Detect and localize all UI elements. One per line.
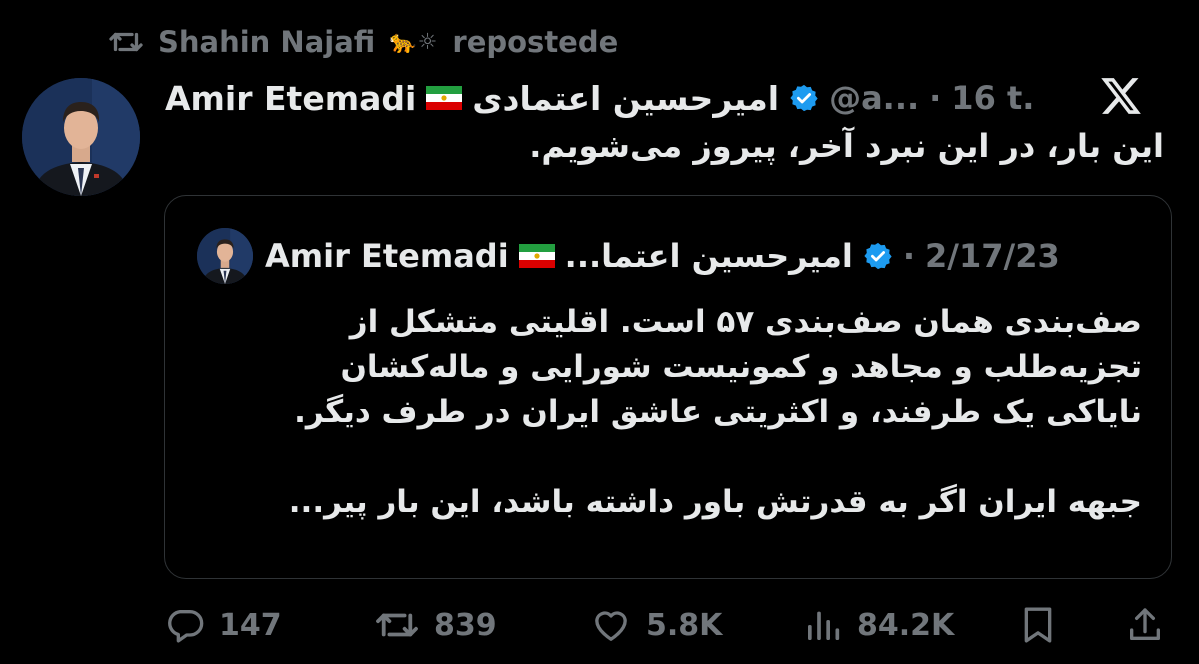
views-count: 84.2K xyxy=(857,607,955,643)
reply-button[interactable]: 147 xyxy=(165,600,282,650)
quoted-author-name-fa[interactable]: امیرحسین اعتما... xyxy=(565,237,853,275)
quoted-paragraph-1: صف‌بندی همان صف‌بندی ۵۷ است. اقلیتی متشک… xyxy=(294,304,1142,430)
repost-user-emoji: 🐆☼ xyxy=(389,29,439,55)
reply-icon xyxy=(165,605,205,645)
repost-icon xyxy=(374,606,420,644)
share-button[interactable] xyxy=(1125,600,1165,650)
reply-count: 147 xyxy=(219,607,282,643)
repost-user-name[interactable]: Shahin Najafi xyxy=(158,25,375,59)
views-button[interactable]: 84.2K xyxy=(803,600,954,650)
x-logo-icon xyxy=(1099,74,1143,118)
iran-lion-sun-flag-icon xyxy=(518,244,555,268)
tweet-header: Amir Etemadi امیرحسین اعتمادی @a... · 16… xyxy=(165,74,1034,122)
repost-label: repostede xyxy=(452,25,619,59)
bookmark-icon xyxy=(1018,604,1058,646)
quoted-separator: · xyxy=(902,237,916,275)
quoted-paragraph-2: جبهه ایران اگر به قدرتش باور داشته باشد،… xyxy=(288,484,1142,520)
author-name-en[interactable]: Amir Etemadi xyxy=(165,79,416,118)
header-separator: · xyxy=(929,79,942,117)
repost-attribution: Shahin Najafi 🐆☼ repostede xyxy=(108,24,618,60)
author-name-fa[interactable]: امیرحسین اعتمادی xyxy=(472,79,779,118)
share-icon xyxy=(1125,604,1165,646)
views-bar-chart-icon xyxy=(803,605,843,645)
quoted-author-name-en[interactable]: Amir Etemadi xyxy=(265,237,509,275)
heart-icon xyxy=(590,605,632,645)
bookmark-button[interactable] xyxy=(1018,600,1058,650)
like-count: 5.8K xyxy=(646,607,723,643)
quoted-tweet-header: Amir Etemadi امیرحسین اعتما... · 2/17/23 xyxy=(265,232,1060,280)
like-button[interactable]: 5.8K xyxy=(590,600,722,650)
author-avatar[interactable] xyxy=(22,78,140,196)
action-bar: 147 839 5.8K 84.2K xyxy=(0,600,1199,650)
verified-badge-icon xyxy=(789,83,819,113)
repost-count: 839 xyxy=(434,607,497,643)
iran-lion-sun-flag-icon xyxy=(426,86,463,110)
quoted-author-avatar[interactable] xyxy=(197,228,253,284)
tweet-time[interactable]: 16 t. xyxy=(951,79,1034,117)
tweet-text: این بار، در این نبرد آخر، پیروز می‌شویم. xyxy=(529,127,1164,165)
verified-badge-icon xyxy=(863,241,893,271)
repost-icon xyxy=(108,27,144,57)
repost-button[interactable]: 839 xyxy=(374,600,497,650)
author-handle[interactable]: @a... xyxy=(829,79,919,117)
quoted-date[interactable]: 2/17/23 xyxy=(925,237,1060,275)
quoted-tweet-text: صف‌بندی همان صف‌بندی ۵۷ است. اقلیتی متشک… xyxy=(242,300,1142,525)
